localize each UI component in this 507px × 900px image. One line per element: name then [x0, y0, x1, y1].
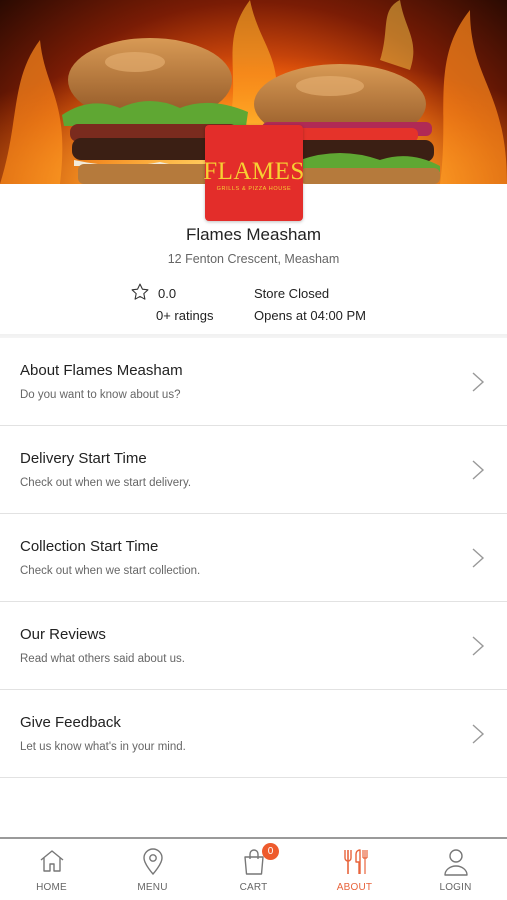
- store-name: Flames Measham: [185, 225, 322, 244]
- nav-menu[interactable]: MENU: [102, 839, 203, 900]
- star-icon: [131, 283, 149, 300]
- fork-knife-icon: [343, 849, 368, 874]
- logo-tagline: GRILLS & PIZZA HOUSE: [216, 185, 292, 192]
- ratings-count: 0+ ratings: [156, 308, 214, 323]
- list-item-subtitle: Let us know what's in your mind.: [20, 741, 186, 753]
- logo-brand-text: FLAMES: [203, 157, 305, 185]
- collection-start-time-item[interactable]: Collection Start Time Check out when we …: [0, 514, 507, 602]
- about-menu-list: About Flames Measham Do you want to know…: [0, 338, 507, 778]
- nav-menu-label: MENU: [137, 882, 168, 893]
- nav-home[interactable]: HOME: [1, 839, 102, 900]
- give-feedback-item[interactable]: Give Feedback Let us know what's in your…: [0, 690, 507, 778]
- nav-login[interactable]: LOGIN: [405, 839, 506, 900]
- list-item-subtitle: Do you want to know about us?: [20, 389, 181, 401]
- list-item-subtitle: Read what others said about us.: [20, 653, 185, 665]
- chevron-right-icon: [472, 636, 485, 656]
- about-us-item[interactable]: About Flames Measham Do you want to know…: [0, 338, 507, 426]
- rating-value: 0.0: [158, 286, 177, 301]
- list-item-title: Delivery Start Time: [20, 450, 147, 467]
- list-item-subtitle: Check out when we start collection.: [20, 565, 201, 577]
- list-item-title: Our Reviews: [20, 626, 106, 643]
- list-item-subtitle: Check out when we start delivery.: [20, 477, 192, 489]
- chevron-right-icon: [472, 372, 485, 392]
- store-logo: FLAMES GRILLS & PIZZA HOUSE: [203, 125, 305, 221]
- our-reviews-item[interactable]: Our Reviews Read what others said about …: [0, 602, 507, 690]
- chevron-right-icon: [472, 724, 485, 744]
- nav-home-label: HOME: [36, 882, 67, 893]
- list-item-title: Collection Start Time: [20, 538, 159, 555]
- location-pin-icon: [142, 848, 163, 876]
- user-icon: [443, 849, 468, 876]
- nav-about-label: ABOUT: [336, 882, 373, 893]
- nav-login-label: LOGIN: [439, 882, 472, 893]
- home-icon: [40, 850, 63, 872]
- nav-about[interactable]: ABOUT: [304, 839, 405, 900]
- list-item-title: Give Feedback: [20, 714, 121, 731]
- cart-count-badge: 0: [262, 843, 279, 860]
- list-item-title: About Flames Measham: [20, 362, 183, 379]
- delivery-start-time-item[interactable]: Delivery Start Time Check out when we st…: [0, 426, 507, 514]
- bottom-navigation-bar: HOME MENU 0 CART ABOUT LOGIN: [0, 837, 507, 900]
- store-address: 12 Fenton Crescent, Measham: [167, 252, 340, 266]
- chevron-right-icon: [472, 548, 485, 568]
- nav-cart-label: CART: [239, 882, 268, 893]
- nav-cart[interactable]: 0 CART: [203, 839, 304, 900]
- store-opening-time: Opens at 04:00 PM: [254, 308, 367, 323]
- store-status: Store Closed: [254, 286, 330, 301]
- chevron-right-icon: [472, 460, 485, 480]
